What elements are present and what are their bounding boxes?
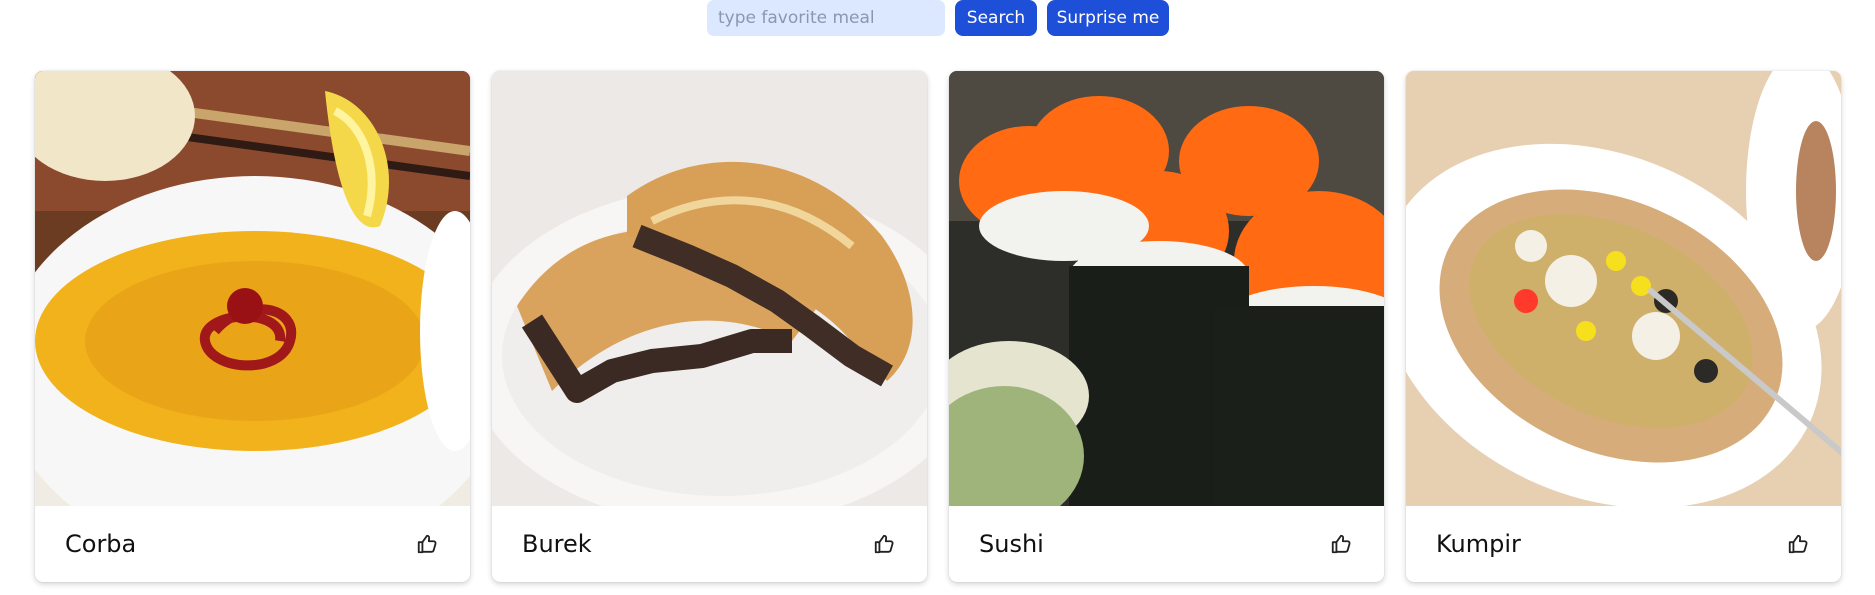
card-title: Corba: [65, 530, 137, 558]
meal-card-burek: Burek: [492, 71, 927, 582]
thumbs-up-icon[interactable]: [871, 531, 897, 557]
thumbs-up-icon[interactable]: [1785, 531, 1811, 557]
thumbs-up-icon[interactable]: [1328, 531, 1354, 557]
card-footer: Corba: [35, 506, 470, 582]
thumbs-up-icon[interactable]: [414, 531, 440, 557]
search-input[interactable]: [707, 0, 945, 36]
card-footer: Burek: [492, 506, 927, 582]
meal-card-corba: Corba: [35, 71, 470, 582]
meal-cards-grid: Corba Burek Sushi Kumpir: [35, 71, 1841, 582]
surprise-me-button[interactable]: Surprise me: [1047, 0, 1169, 36]
card-footer: Kumpir: [1406, 506, 1841, 582]
meal-image: [1406, 71, 1841, 506]
meal-image: [492, 71, 927, 506]
meal-card-kumpir: Kumpir: [1406, 71, 1841, 582]
card-footer: Sushi: [949, 506, 1384, 582]
meal-card-sushi: Sushi: [949, 71, 1384, 582]
meal-image: [949, 71, 1384, 506]
search-bar: Search Surprise me: [707, 0, 1169, 36]
card-title: Burek: [522, 530, 592, 558]
meal-image: [35, 71, 470, 506]
card-title: Sushi: [979, 530, 1044, 558]
search-button[interactable]: Search: [955, 0, 1037, 36]
card-title: Kumpir: [1436, 530, 1521, 558]
